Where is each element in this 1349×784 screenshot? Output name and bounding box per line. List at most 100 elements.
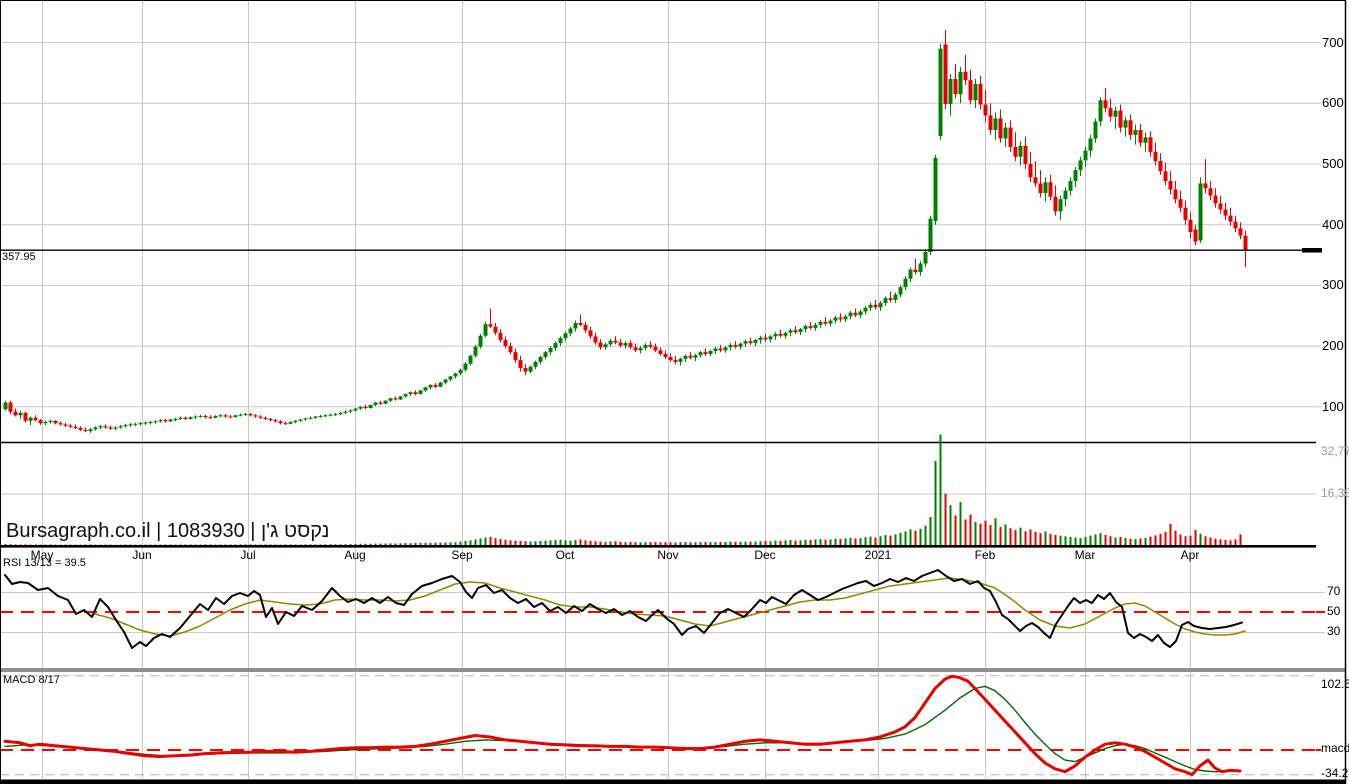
volume-bar [1149, 536, 1152, 545]
volume-bar [1129, 538, 1132, 545]
volume-bar [754, 541, 757, 545]
volume-bar [1189, 535, 1192, 545]
volume-bar [164, 544, 167, 545]
volume-bar [1219, 539, 1222, 545]
candle-down [63, 424, 68, 426]
candle-up [908, 269, 913, 279]
candle-down [223, 415, 228, 417]
volume-bar [24, 544, 27, 545]
volume-bar [974, 521, 977, 545]
candle-down [658, 350, 663, 354]
candle-down [1208, 188, 1213, 196]
candle-up [338, 412, 343, 415]
candle-up [923, 252, 928, 264]
volume-bar [849, 537, 852, 545]
volume-bar [34, 544, 37, 545]
candle-up [948, 79, 953, 104]
volume-bar [1054, 535, 1057, 545]
candle-up [723, 347, 728, 351]
volume-bar [749, 541, 752, 545]
volume-bar [594, 541, 597, 545]
candle-up [328, 414, 333, 416]
volume-bar [399, 543, 402, 545]
volume-bar [229, 544, 232, 545]
volume-bar [1104, 535, 1107, 545]
volume-bar [1134, 539, 1137, 545]
candle-up [743, 341, 748, 344]
candle-up [403, 394, 408, 397]
price-volume-rsi-macd-chart[interactable] [0, 0, 1349, 784]
volume-bar [819, 539, 822, 545]
candle-down [778, 333, 783, 336]
candle-up [568, 328, 573, 334]
candle-up [693, 355, 698, 358]
month-label: Dec [754, 548, 776, 562]
candle-up [448, 376, 453, 380]
volume-bar [1004, 524, 1007, 545]
candle-up [903, 278, 908, 288]
volume-bar [914, 530, 917, 545]
volume-bar [249, 544, 252, 545]
volume-bar [314, 544, 317, 545]
volume-bar [944, 493, 947, 545]
candle-up [623, 343, 628, 346]
volume-bar [384, 543, 387, 545]
volume-bar [414, 543, 417, 545]
month-label: Nov [657, 548, 679, 562]
volume-bar [884, 535, 887, 545]
volume-bar [904, 531, 907, 545]
volume-bar [634, 542, 637, 545]
candle-down [283, 423, 288, 425]
volume-bar [599, 541, 602, 545]
volume-bar [369, 543, 372, 545]
volume-bar [1039, 533, 1042, 545]
candle-up [783, 332, 788, 336]
volume-bar [609, 541, 612, 545]
volume-bar [1074, 537, 1077, 545]
month-label: Sep [451, 548, 473, 562]
volume-bar [584, 540, 587, 545]
candle-up [538, 357, 543, 362]
candle-down [33, 417, 38, 421]
volume-bar [869, 536, 872, 545]
candle-up [93, 427, 98, 430]
candle-up [1083, 150, 1088, 161]
candle-down [513, 352, 518, 361]
candle-down [83, 429, 88, 432]
chart-canvas[interactable] [0, 0, 1349, 784]
volume-bar [1024, 531, 1027, 545]
candle-up [608, 340, 613, 345]
volume-bar [669, 542, 672, 545]
volume-bar [719, 542, 722, 545]
volume-bar [859, 538, 862, 545]
rsi-tick-label: 30 [1327, 624, 1341, 638]
candle-down [8, 402, 13, 412]
candle-down [978, 83, 983, 105]
volume-bar [9, 544, 12, 545]
candle-down [248, 414, 253, 416]
volume-bar [999, 526, 1002, 545]
volume-bar [604, 541, 607, 545]
volume-bar [289, 544, 292, 545]
volume-bar [569, 540, 572, 545]
candle-up [143, 422, 148, 424]
volume-bar [19, 544, 22, 545]
candle-down [718, 348, 723, 351]
candle-down [793, 330, 798, 333]
candle-up [973, 83, 978, 101]
volume-bar [964, 519, 967, 545]
candle-down [1243, 235, 1248, 251]
candle-down [493, 326, 498, 333]
macd-zero-label: macd=0 [1321, 741, 1349, 755]
candle-up [178, 417, 183, 419]
volume-bar [799, 540, 802, 545]
candle-up [1093, 121, 1098, 139]
candle-down [1038, 183, 1043, 194]
candle-up [918, 263, 923, 273]
volume-bar [714, 541, 717, 545]
candle-down [598, 342, 603, 348]
candle-up [678, 358, 683, 362]
candle-up [383, 400, 388, 404]
candle-down [253, 415, 258, 417]
volume-bar [639, 542, 642, 545]
